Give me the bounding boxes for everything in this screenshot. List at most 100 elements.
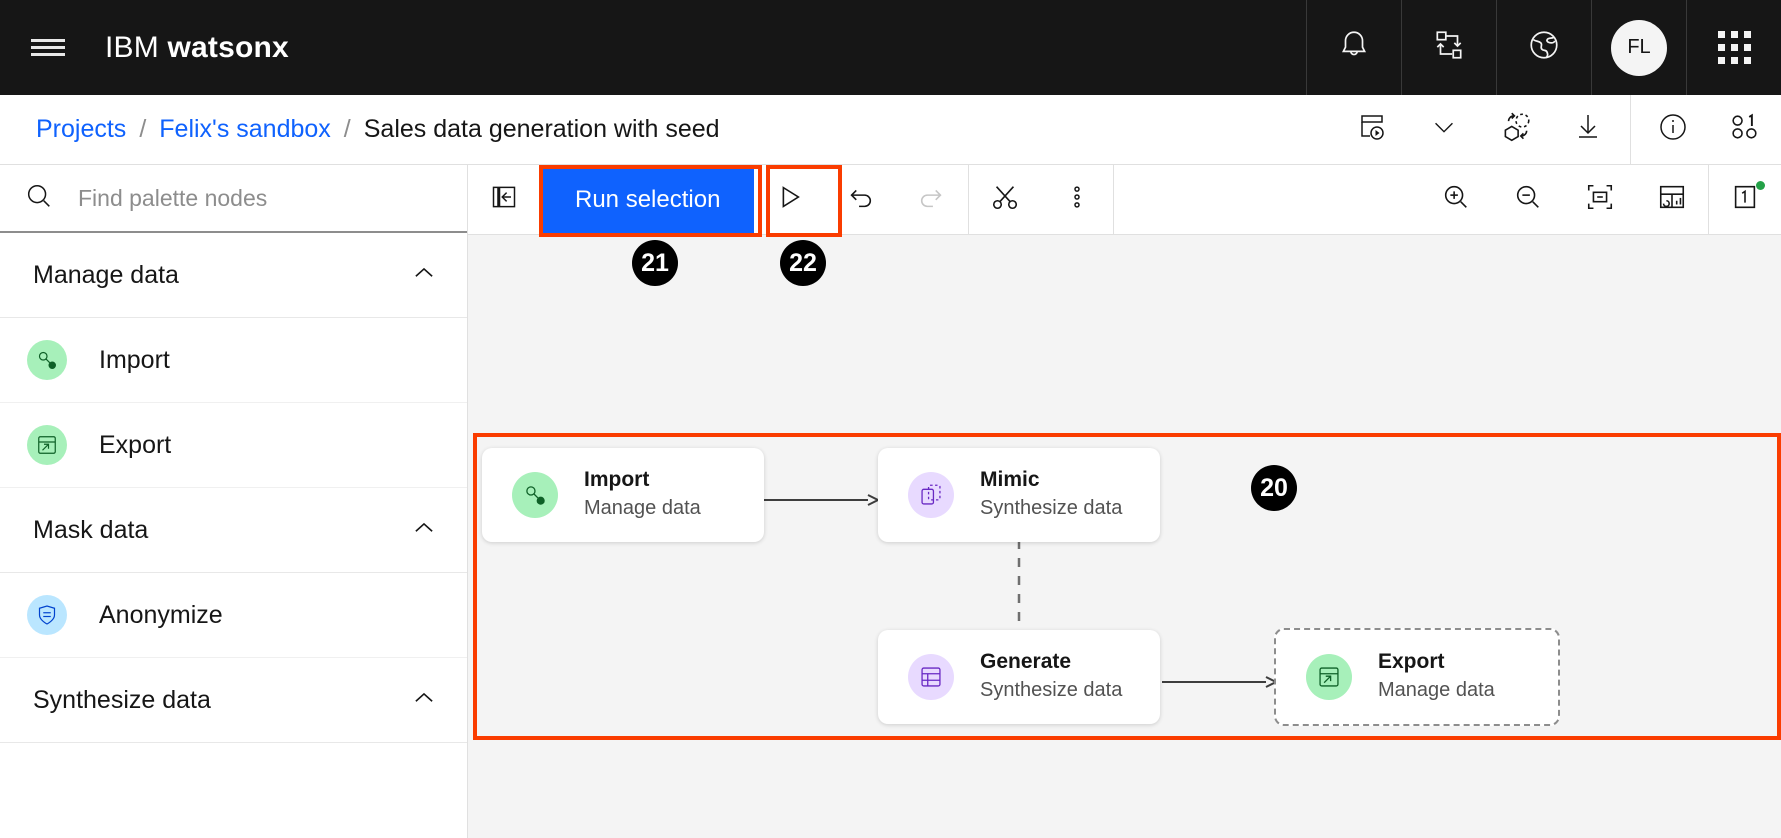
palette-node-import[interactable]: Import — [0, 318, 467, 403]
palette-node-anonymize[interactable]: Anonymize — [0, 573, 467, 658]
breadcrumb: Projects / Felix's sandbox / Sales data … — [0, 115, 720, 144]
canvas-node-text: Mimic Synthesize data — [980, 467, 1122, 523]
canvas-node-title: Generate — [980, 649, 1072, 673]
redo-icon — [917, 182, 947, 217]
link-import-to-mimic — [764, 494, 884, 506]
collaborators-button[interactable] — [1709, 95, 1781, 165]
notifications-button[interactable] — [1306, 0, 1401, 95]
flow-toolbar: Run selection — [468, 165, 1781, 235]
badge-22: 22 — [780, 240, 826, 286]
breadcrumb-bar: Projects / Felix's sandbox / Sales data … — [0, 94, 1781, 165]
page-title: Sales data generation with seed — [363, 115, 720, 143]
palette-section-manage-data[interactable]: Manage data — [0, 233, 467, 318]
collapse-panel-button[interactable] — [468, 165, 540, 234]
region-button[interactable] — [1496, 0, 1591, 95]
zoom-out-button[interactable] — [1492, 165, 1564, 234]
badge-21: 21 — [632, 240, 678, 286]
run-all-button[interactable] — [754, 165, 824, 234]
flow-data-icon — [1432, 28, 1466, 67]
profile-button[interactable]: FL — [1591, 0, 1686, 95]
undo-icon — [845, 182, 875, 217]
link-generate-to-export — [1162, 676, 1282, 688]
watsonx-flow-editor: IBM watsonx FL Projects / Felix's sandbo… — [0, 0, 1781, 838]
flow-canvas[interactable]: Import Manage data Mimic Synthesize data — [468, 235, 1781, 838]
palette-node-label: Anonymize — [99, 600, 223, 629]
collapse-panel-icon — [490, 183, 518, 216]
overflow-menu-button[interactable] — [1041, 165, 1113, 234]
notebook-button[interactable] — [1709, 165, 1781, 234]
model-button[interactable] — [1480, 95, 1552, 165]
mimic-node-icon — [908, 472, 954, 518]
canvas-node-title: Mimic — [980, 467, 1040, 491]
brand-title: IBM watsonx — [105, 31, 289, 65]
zoom-out-icon — [1513, 182, 1543, 217]
node-palette: Manage data Import Export Mas — [0, 165, 468, 838]
canvas-node-generate[interactable]: Generate Synthesize data — [878, 630, 1160, 724]
breadcrumb-actions — [1336, 94, 1781, 165]
palette-node-label: Import — [99, 345, 170, 374]
canvas-node-text: Generate Synthesize data — [980, 649, 1122, 705]
scissors-icon — [990, 182, 1020, 217]
fit-to-screen-button[interactable] — [1564, 165, 1636, 234]
run-history-button[interactable] — [1336, 95, 1408, 165]
download-button[interactable] — [1552, 95, 1624, 165]
download-icon — [1572, 111, 1604, 148]
canvas-node-subtitle: Synthesize data — [980, 497, 1123, 520]
divider — [1630, 94, 1631, 165]
hamburger-menu-icon[interactable] — [0, 0, 95, 95]
badge-20: 20 — [1251, 465, 1297, 511]
palette-section-synthesize-data[interactable]: Synthesize data — [0, 658, 467, 743]
search-icon — [0, 181, 78, 216]
canvas-node-text: Import Manage data — [584, 467, 701, 523]
grid-icon — [1717, 31, 1751, 64]
canvas-node-export[interactable]: Export Manage data — [1274, 628, 1560, 726]
breadcrumb-item-sandbox[interactable]: Felix's sandbox — [159, 115, 331, 144]
palette-search-row — [0, 165, 467, 233]
canvas-node-import[interactable]: Import Manage data — [482, 448, 764, 542]
palette-section-label: Manage data — [33, 260, 179, 289]
binary-users-icon — [1727, 109, 1763, 150]
brand-watsonx: watsonx — [167, 30, 289, 64]
canvas-node-mimic[interactable]: Mimic Synthesize data — [878, 448, 1160, 542]
chevron-down-icon — [1429, 112, 1459, 147]
canvas-node-title: Import — [584, 467, 650, 491]
breadcrumb-separator: / — [139, 115, 147, 143]
import-node-icon — [512, 472, 558, 518]
cut-button[interactable] — [969, 165, 1041, 234]
zoom-in-button[interactable] — [1420, 165, 1492, 234]
play-icon — [774, 182, 804, 217]
link-mimic-to-generate — [1014, 540, 1024, 640]
search-input[interactable] — [78, 184, 408, 212]
jobs-button[interactable] — [1401, 0, 1496, 95]
zoom-in-icon — [1441, 182, 1471, 217]
info-button[interactable] — [1637, 95, 1709, 165]
chevron-up-icon — [411, 260, 437, 291]
canvas-node-subtitle: Synthesize data — [980, 679, 1123, 702]
anonymize-shield-icon — [27, 595, 67, 635]
palette-node-export[interactable]: Export — [0, 403, 467, 488]
palette-section-label: Synthesize data — [33, 685, 211, 714]
run-history-icon — [1356, 111, 1388, 148]
export-node-icon — [1306, 654, 1352, 700]
chevron-up-icon — [411, 515, 437, 546]
overflow-menu-icon — [1063, 183, 1091, 216]
data-preview-button[interactable] — [1636, 165, 1708, 234]
global-header: IBM watsonx FL — [0, 0, 1781, 95]
palette-section-mask-data[interactable]: Mask data — [0, 488, 467, 573]
run-history-dropdown-button[interactable] — [1408, 95, 1480, 165]
export-node-icon — [27, 425, 67, 465]
bell-icon — [1337, 28, 1371, 67]
palette-node-label: Export — [99, 430, 172, 459]
undo-button[interactable] — [824, 165, 896, 234]
redo-button — [896, 165, 968, 234]
chevron-up-icon — [411, 685, 437, 716]
app-switcher-button[interactable] — [1686, 0, 1781, 95]
canvas-node-text: Export Manage data — [1378, 649, 1495, 705]
header-actions: FL — [1306, 0, 1781, 95]
breadcrumb-item-projects[interactable]: Projects — [36, 115, 126, 144]
breadcrumb-separator: / — [343, 115, 351, 143]
run-selection-button[interactable]: Run selection — [541, 165, 755, 234]
generate-node-icon — [908, 654, 954, 700]
brand-ibm: IBM — [105, 30, 159, 64]
table-split-icon — [1657, 182, 1687, 217]
